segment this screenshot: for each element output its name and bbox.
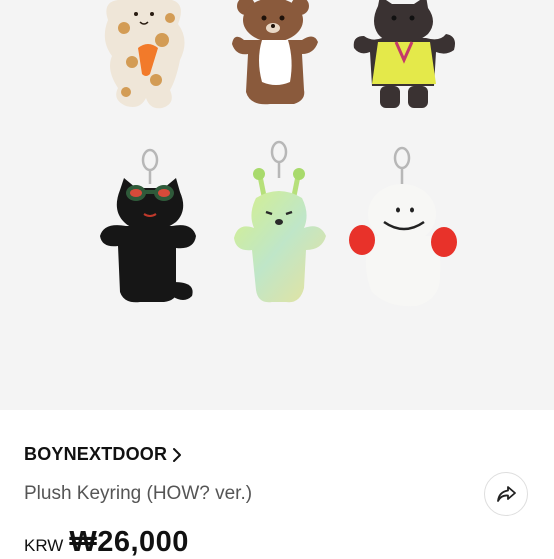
- currency-label: KRW: [24, 536, 64, 555]
- keyring-clasp-1: [141, 148, 159, 184]
- product-info: BOYNEXTDOOR Plush Keyring (HOW? ver.) KR…: [0, 410, 554, 558]
- share-button[interactable]: [484, 472, 528, 516]
- brand-name: BOYNEXTDOOR: [24, 444, 168, 464]
- keyring-clasp-2: [270, 140, 288, 178]
- plush-giraffe: [104, 0, 185, 109]
- product-image[interactable]: [0, 0, 554, 410]
- plush-bear: [232, 0, 318, 105]
- brand-link[interactable]: BOYNEXTDOOR: [24, 444, 183, 465]
- plush-snowman: [349, 184, 457, 307]
- price-row: KRW ₩26,000: [24, 526, 189, 559]
- plush-cat-yellow-shirt: [353, 0, 455, 108]
- product-name: Plush Keyring (HOW? ver.): [24, 483, 253, 504]
- plush-cat-goggles: [100, 178, 196, 303]
- chevron-right-icon: [173, 447, 182, 462]
- plush-alien: [234, 168, 326, 303]
- keyring-clasp-3: [393, 146, 411, 184]
- price: ₩26,000: [69, 526, 189, 558]
- share-icon: [497, 486, 516, 502]
